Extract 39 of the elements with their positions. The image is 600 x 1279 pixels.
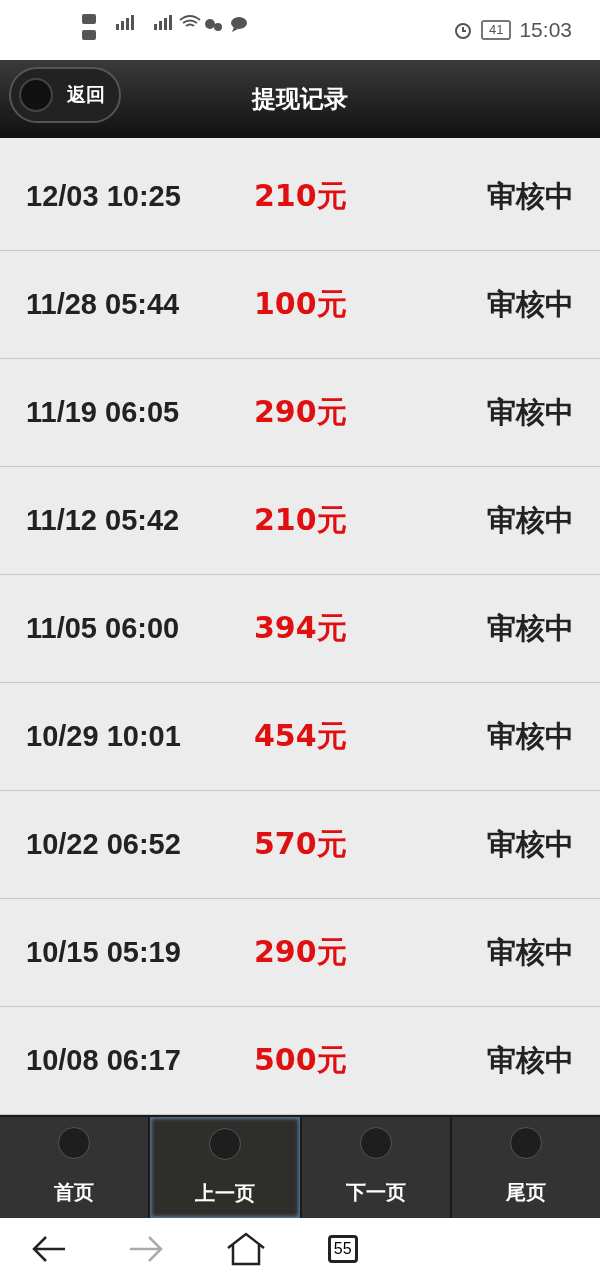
record-time: 12/03 10:25: [26, 180, 182, 213]
record-time: 10/22 06:52: [26, 828, 182, 861]
record-amount: 500元: [254, 1041, 347, 1079]
record-amount: 210元: [254, 177, 347, 215]
battery-icon: 41: [480, 20, 512, 40]
alarm-icon: [452, 20, 473, 40]
record-amount: 454元: [254, 717, 347, 755]
record-amount: 570元: [254, 825, 347, 863]
record-time: 10/08 06:17: [26, 1044, 182, 1077]
pager-tab[interactable]: 首页: [0, 1117, 148, 1218]
record-status: 审核中: [487, 1041, 574, 1079]
record-status: 审核中: [487, 609, 574, 647]
record-status: 审核中: [487, 825, 574, 863]
back-button[interactable]: 返回: [9, 67, 121, 123]
record-status: 审核中: [487, 933, 574, 971]
record-status: 审核中: [487, 717, 574, 755]
home-icon[interactable]: [226, 1231, 267, 1266]
tab-count-button[interactable]: 55: [327, 1234, 358, 1263]
record-status: 审核中: [487, 501, 574, 539]
record-time: 11/19 06:05: [26, 396, 181, 429]
record-status: 审核中: [487, 285, 574, 323]
record-time: 11/12 05:42: [26, 504, 181, 537]
record-time: 10/15 05:19: [26, 936, 182, 969]
record-amount: 290元: [254, 933, 347, 971]
record-status: 审核中: [487, 393, 574, 431]
page-title: 提现记录: [252, 84, 348, 115]
record-status: 审核中: [487, 177, 574, 215]
back-arrow-icon[interactable]: [30, 1233, 67, 1264]
record-time: 10/29 10:01: [26, 720, 182, 753]
pager-tab[interactable]: 下一页: [302, 1117, 450, 1218]
record-amount: 394元: [254, 609, 347, 647]
record-time: 11/28 05:44: [26, 288, 181, 321]
pager-tab[interactable]: 尾页: [452, 1117, 600, 1218]
record-amount: 210元: [254, 501, 347, 539]
record-time: 11/05 06:00: [26, 612, 181, 645]
record-amount: 100元: [254, 285, 347, 323]
status-time: 15:03: [519, 18, 572, 42]
pager-tab[interactable]: 上一页: [150, 1117, 300, 1218]
record-amount: 290元: [254, 393, 347, 431]
